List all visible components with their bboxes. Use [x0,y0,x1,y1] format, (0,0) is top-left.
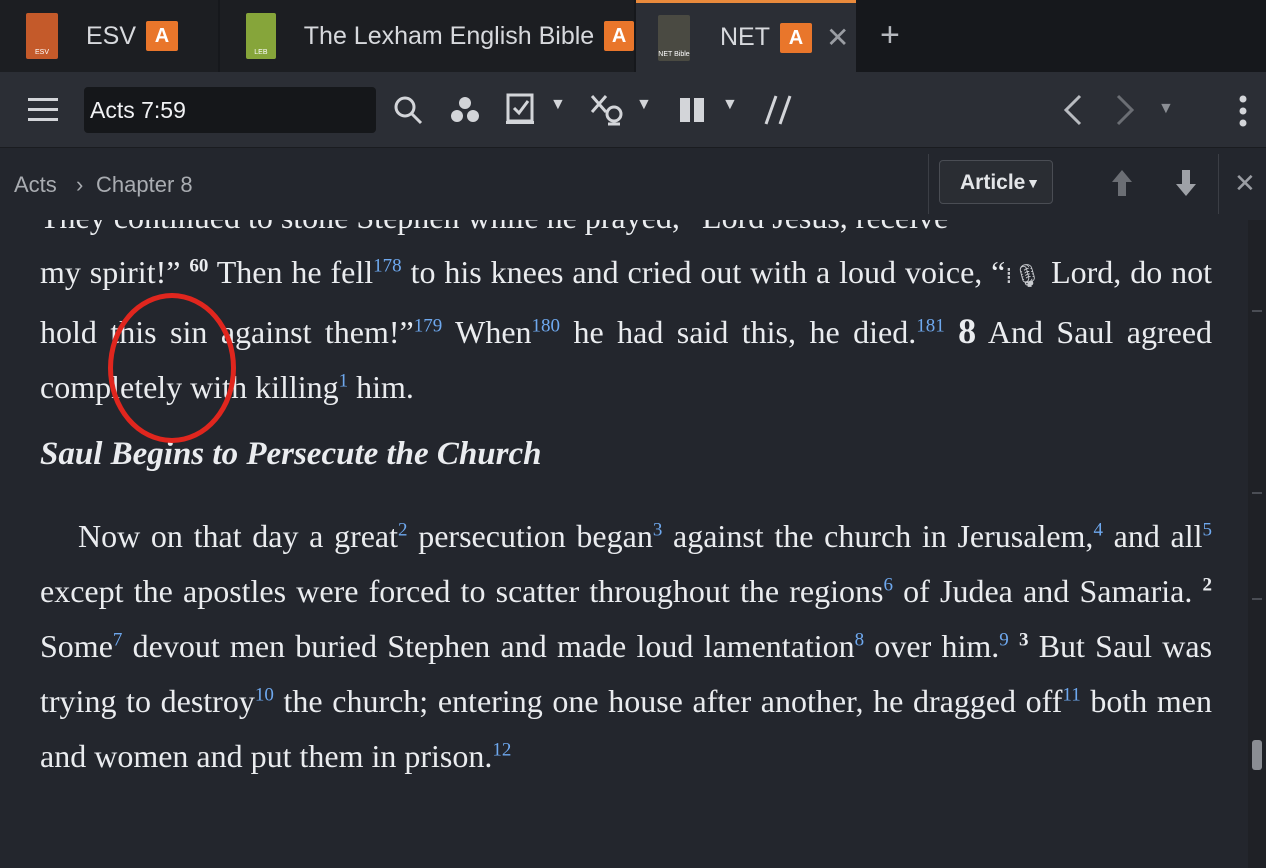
footnote-marker[interactable]: 5 [1203,519,1213,540]
footnote-marker[interactable]: 9 [999,629,1009,650]
footnote-marker[interactable]: 4 [1093,519,1103,540]
footnote-marker[interactable]: 6 [883,574,893,595]
reference-input[interactable]: Acts 7:59 [84,87,376,133]
columns-dropdown-icon[interactable]: ▼ [722,96,738,114]
divider [928,154,929,214]
scroll-marker [1252,492,1262,494]
clipped-verse-line: They continued to stone Stephen while he… [40,220,1212,245]
divider [1218,154,1219,214]
footnote-marker[interactable]: 178 [373,255,402,276]
tab-bar: ESV ESV A LEB The Lexham English Bible A… [0,0,1266,72]
section-heading: Saul Begins to Persecute the Church [40,436,542,472]
tab-badge: A [604,21,634,51]
scrollbar[interactable] [1248,220,1266,868]
chapter-number: 8 [958,311,977,351]
tab-esv[interactable]: ESV ESV A [0,0,218,72]
scroll-marker [1252,310,1262,312]
audio-icon[interactable]: ⁞🎙 [1005,264,1042,289]
parallel-resources-icon[interactable] [764,94,792,126]
esv-book-icon: ESV [26,13,58,59]
scroll-thumb[interactable] [1252,740,1262,770]
visual-filter-icon[interactable] [449,94,481,126]
back-icon[interactable] [1062,94,1084,126]
footnote-marker[interactable]: 181 [916,315,945,336]
history-dropdown-icon[interactable]: ▼ [1158,100,1174,118]
footnote-marker[interactable]: 10 [255,684,274,705]
footnote-marker[interactable]: 180 [532,315,561,336]
reading-plan-dropdown-icon[interactable]: ▼ [550,96,566,114]
footnote-marker[interactable]: 179 [414,315,443,336]
interlinear-icon[interactable] [590,92,624,128]
menu-icon[interactable] [28,96,60,124]
verse-number: 60 [189,255,209,277]
breadcrumb-chapter[interactable]: Chapter 8 [96,172,193,198]
footnote-marker[interactable]: 7 [113,629,123,650]
breadcrumb-book[interactable]: Acts [14,172,57,198]
leb-book-icon: LEB [246,13,276,59]
columns-icon[interactable] [680,96,706,124]
article-label: Article [960,171,1026,194]
tab-title: NET [720,23,770,51]
footnote-marker[interactable]: 8 [855,629,865,650]
tab-title: The Lexham English Bible [303,21,595,50]
previous-arrow-icon[interactable] [1110,168,1134,198]
close-tab-icon[interactable]: ✕ [826,21,849,54]
tab-title: ESV [86,21,137,50]
interlinear-dropdown-icon[interactable]: ▼ [636,96,652,114]
footnote-marker[interactable]: 11 [1062,684,1080,705]
footnote-marker[interactable]: 12 [492,739,511,760]
forward-icon[interactable] [1114,94,1136,126]
tab-badge: A [146,21,179,51]
next-arrow-icon[interactable] [1174,168,1198,198]
footnote-marker[interactable]: 3 [653,519,663,540]
reading-plan-icon[interactable] [506,92,538,126]
more-options-icon[interactable] [1236,94,1250,128]
close-panel-icon[interactable]: ✕ [1234,168,1256,199]
toolbar: Acts 7:59 ▼ ▼ ▼ ▼ [0,72,1266,148]
context-bar: Acts › Chapter 8 Article ▼ ✕ [0,148,1266,220]
new-tab-button[interactable]: + [880,16,900,55]
footnote-marker[interactable]: 1 [339,370,349,391]
annotation-circle [108,293,236,443]
scroll-marker [1252,598,1262,600]
tab-net[interactable]: NET Bible NET A ✕ [636,0,856,72]
search-icon[interactable] [392,94,424,126]
paragraph-acts-8: Now on that day a great2 persecution beg… [40,518,1213,774]
chevron-down-icon: ▼ [1026,175,1040,191]
tab-badge: A [780,22,812,53]
breadcrumb-separator: › [76,172,84,197]
verse-number: 2 [1202,574,1213,596]
tab-leb[interactable]: LEB The Lexham English Bible A [220,0,634,72]
article-dropdown[interactable]: Article ▼ [939,160,1053,204]
footnote-marker[interactable]: 2 [398,519,408,540]
net-book-icon: NET Bible [658,14,690,61]
